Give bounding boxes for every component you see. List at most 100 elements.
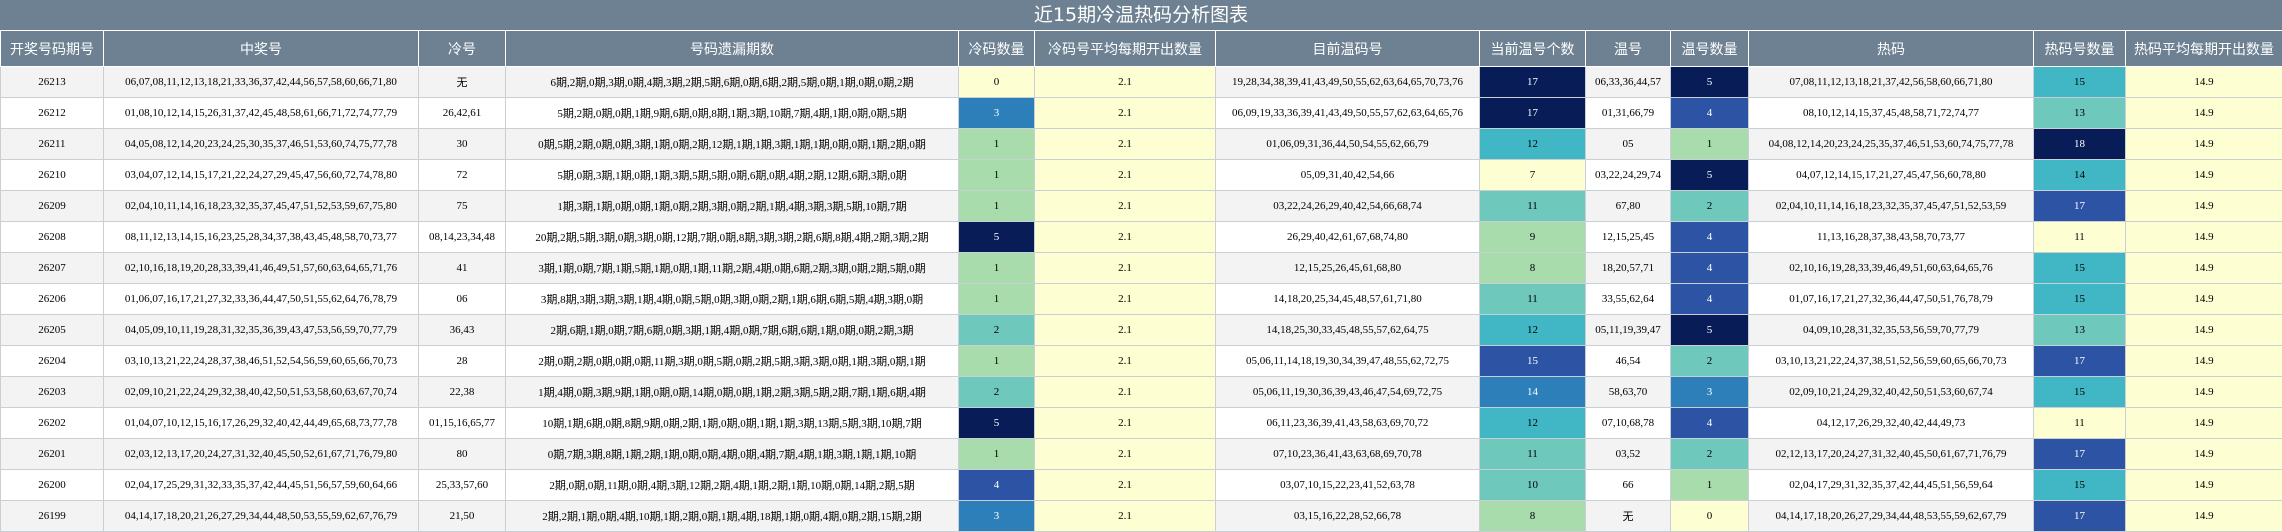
table-cell: 2.1 (1034, 159, 1216, 191)
column-header: 冷码数量 (958, 30, 1035, 67)
table-cell: 58,63,70 (1585, 376, 1671, 408)
column-header: 开奖号码期号 (0, 30, 104, 67)
table-cell: 33,55,62,64 (1585, 283, 1671, 315)
table-cell: 10 (1479, 469, 1586, 501)
table-row: 26201 02,03,12,13,17,20,24,27,31,32,40,45… (0, 438, 2282, 470)
table-row: 26200 02,04,17,25,29,31,32,33,35,37,42,44… (0, 469, 2282, 501)
table-cell: 1 (1670, 469, 1749, 501)
table-cell: 11 (2033, 407, 2126, 439)
table-row: 26208 08,11,12,13,14,15,16,23,25,28,34,37… (0, 221, 2282, 253)
table-cell: 22,38 (418, 376, 506, 408)
table-cell: 02,10,16,19,28,33,39,46,49,51,60,63,64,6… (1748, 252, 2034, 284)
table-cell: 20期,2期,5期,3期,0期,3期,0期,12期,7期,0期,8期,3期,3期… (505, 221, 959, 253)
table-cell: 28 (418, 345, 506, 377)
table-cell: 02,04,10,11,14,16,18,23,32,35,37,45,47,5… (1748, 190, 2034, 222)
table-cell: 41 (418, 252, 506, 284)
table-cell: 01,08,10,12,14,15,26,31,37,42,45,48,58,6… (103, 97, 419, 129)
table-cell: 4 (958, 469, 1035, 501)
table-cell: 4 (1670, 252, 1749, 284)
table-cell: 08,14,23,34,48 (418, 221, 506, 253)
table-cell: 25,33,57,60 (418, 469, 506, 501)
table-cell: 3期,8期,3期,3期,3期,1期,4期,0期,5期,0期,3期,0期,2期,1… (505, 283, 959, 315)
table-row: 26206 01,06,07,16,17,21,27,32,33,36,44,47… (0, 283, 2282, 315)
table-cell: 01,04,07,10,12,15,16,17,26,29,32,40,42,4… (103, 407, 419, 439)
table-cell: 18,20,57,71 (1585, 252, 1671, 284)
table-cell: 03,07,10,15,22,23,41,52,63,78 (1215, 469, 1480, 501)
table-cell: 26210 (0, 159, 104, 191)
table-cell: 05,06,11,19,30,36,39,43,46,47,54,69,72,7… (1215, 376, 1480, 408)
table-cell: 02,03,12,13,17,20,24,27,31,32,40,45,50,5… (103, 438, 419, 470)
column-header: 当前温号个数 (1479, 30, 1586, 67)
table-cell: 1 (1670, 128, 1749, 160)
table-cell: 2.1 (1034, 500, 1216, 532)
table-cell: 2 (958, 376, 1035, 408)
table-cell: 5 (1670, 159, 1749, 191)
table-cell: 03,22,24,29,74 (1585, 159, 1671, 191)
table-cell: 07,08,11,12,13,18,21,37,42,56,58,60,66,7… (1748, 66, 2034, 98)
table-cell: 14.9 (2125, 500, 2282, 532)
table-cell: 11 (1479, 283, 1586, 315)
table-cell: 2.1 (1034, 283, 1216, 315)
table-cell: 12 (1479, 128, 1586, 160)
table-cell: 1 (958, 190, 1035, 222)
table-cell: 2期,0期,2期,0期,0期,0期,11期,3期,0期,5期,0期,2期,5期,… (505, 345, 959, 377)
table-cell: 26208 (0, 221, 104, 253)
table-row: 26211 04,05,08,12,14,20,23,24,25,30,35,37… (0, 128, 2282, 160)
table-cell: 11 (1479, 190, 1586, 222)
table-cell: 03,52 (1585, 438, 1671, 470)
table-cell: 01,31,66,79 (1585, 97, 1671, 129)
table-cell: 2 (1670, 345, 1749, 377)
table-cell: 26203 (0, 376, 104, 408)
table-cell: 01,06,09,31,36,44,50,54,55,62,66,79 (1215, 128, 1480, 160)
table-cell: 26213 (0, 66, 104, 98)
table-cell: 02,04,10,11,14,16,18,23,32,35,37,45,47,5… (103, 190, 419, 222)
table-cell: 14.9 (2125, 345, 2282, 377)
table-cell: 05 (1585, 128, 1671, 160)
table-cell: 02,09,10,21,22,24,29,32,38,40,42,50,51,5… (103, 376, 419, 408)
table-cell: 17 (1479, 66, 1586, 98)
table-row: 26209 02,04,10,11,14,16,18,23,32,35,37,45… (0, 190, 2282, 222)
table-cell: 13 (2033, 314, 2126, 346)
table-cell: 08,11,12,13,14,15,16,23,25,28,34,37,38,4… (103, 221, 419, 253)
table-cell: 2期,0期,0期,11期,0期,4期,3期,12期,2期,4期,1期,2期,1期… (505, 469, 959, 501)
table-cell: 14.9 (2125, 314, 2282, 346)
table-cell: 5 (1670, 314, 1749, 346)
table-cell: 2.1 (1034, 469, 1216, 501)
table-cell: 01,15,16,65,77 (418, 407, 506, 439)
table-cell: 14.9 (2125, 407, 2282, 439)
table-cell: 15 (2033, 66, 2126, 98)
table-cell: 12,15,25,45 (1585, 221, 1671, 253)
table-cell: 04,12,17,26,29,32,40,42,44,49,73 (1748, 407, 2034, 439)
table-cell: 2 (1670, 190, 1749, 222)
table-cell: 2.1 (1034, 128, 1216, 160)
table-cell: 12 (1479, 407, 1586, 439)
table-cell: 2.1 (1034, 314, 1216, 346)
table-cell: 5 (1670, 66, 1749, 98)
table-cell: 2期,6期,1期,0期,7期,6期,0期,3期,1期,4期,0期,7期,6期,6… (505, 314, 959, 346)
table-cell: 03,10,13,21,22,24,28,37,38,46,51,52,54,5… (103, 345, 419, 377)
table-cell: 0期,7期,3期,8期,1期,2期,1期,0期,0期,4期,0期,4期,7期,4… (505, 438, 959, 470)
column-header: 号码遗漏期数 (505, 30, 959, 67)
table-cell: 26209 (0, 190, 104, 222)
table-cell: 3 (1670, 376, 1749, 408)
table-cell: 8 (1479, 252, 1586, 284)
table-row: 26210 03,04,07,12,14,15,17,21,22,24,27,29… (0, 159, 2282, 191)
table-cell: 17 (1479, 97, 1586, 129)
table-cell: 75 (418, 190, 506, 222)
table-cell: 17 (2033, 345, 2126, 377)
table-row: 26202 01,04,07,10,12,15,16,17,26,29,32,40… (0, 407, 2282, 439)
table-cell: 6期,2期,0期,3期,0期,4期,3期,2期,5期,6期,0期,6期,2期,5… (505, 66, 959, 98)
column-header: 中奖号 (103, 30, 419, 67)
table-cell: 03,10,13,21,22,24,37,38,51,52,56,59,60,6… (1748, 345, 2034, 377)
table-cell: 26201 (0, 438, 104, 470)
table-cell: 14.9 (2125, 376, 2282, 408)
table-cell: 18 (2033, 128, 2126, 160)
table-cell: 06 (418, 283, 506, 315)
table-cell: 02,04,17,25,29,31,32,33,35,37,42,44,45,5… (103, 469, 419, 501)
table-cell: 5期,2期,0期,0期,1期,9期,6期,0期,8期,1期,3期,10期,7期,… (505, 97, 959, 129)
table-cell: 06,11,23,36,39,41,43,58,63,69,70,72 (1215, 407, 1480, 439)
table-cell: 04,14,17,18,20,21,26,27,29,34,44,48,50,5… (103, 500, 419, 532)
table-cell: 26211 (0, 128, 104, 160)
table-cell: 14.9 (2125, 469, 2282, 501)
table-cell: 14.9 (2125, 438, 2282, 470)
